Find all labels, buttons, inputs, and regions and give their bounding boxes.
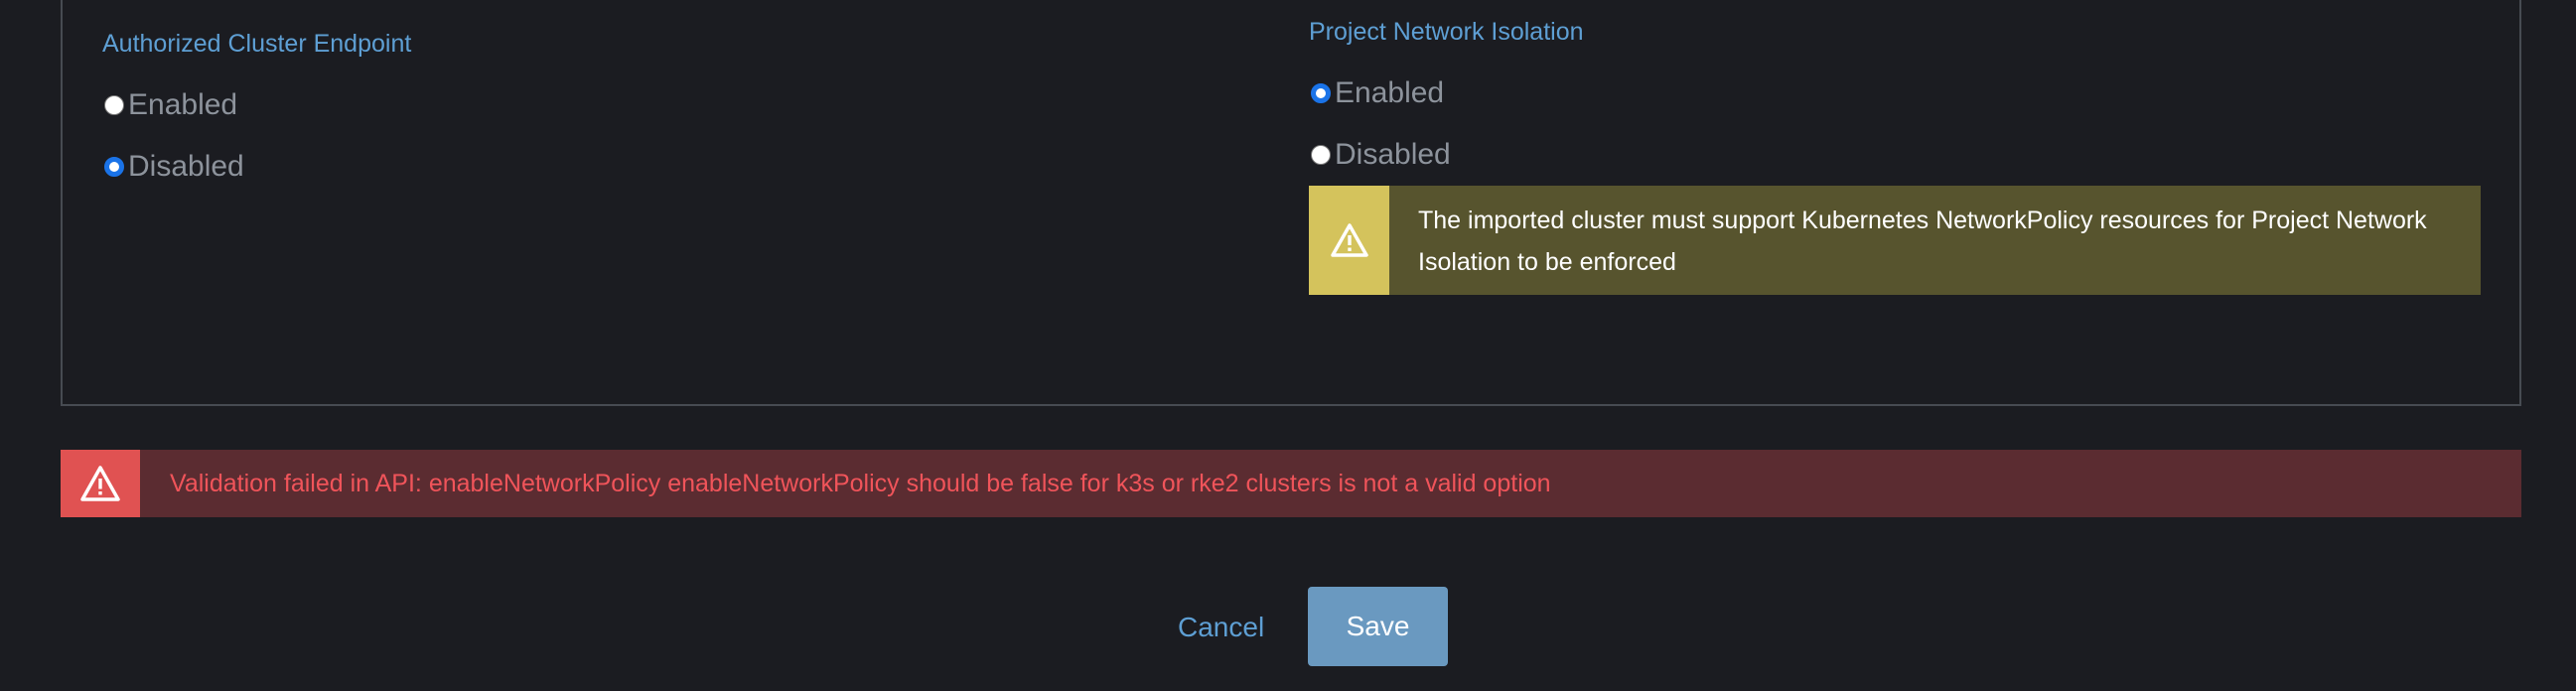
network-isolation-enabled-radio[interactable] <box>1311 83 1331 103</box>
radio-label: Enabled <box>1335 76 1445 109</box>
network-isolation-title: Project Network Isolation <box>1309 18 1584 46</box>
authorized-endpoint-title: Authorized Cluster Endpoint <box>102 30 412 58</box>
warning-line-1: The imported cluster must support Kubern… <box>1418 207 2427 234</box>
validation-error-banner: Validation failed in API: enableNetworkP… <box>61 450 2521 517</box>
warning-text: The imported cluster must support Kubern… <box>1389 186 2455 295</box>
network-isolation-enabled-option[interactable]: Enabled <box>1311 75 1444 111</box>
radio-label: Disabled <box>128 150 244 183</box>
radio-label: Enabled <box>128 88 238 121</box>
authorized-endpoint-disabled-option[interactable]: Disabled <box>104 149 244 185</box>
cancel-button[interactable]: Cancel <box>1162 608 1280 647</box>
warning-icon <box>1309 186 1389 295</box>
network-policy-warning-banner: The imported cluster must support Kubern… <box>1309 186 2481 295</box>
authorized-endpoint-enabled-option[interactable]: Enabled <box>104 87 237 123</box>
authorized-endpoint-disabled-radio[interactable] <box>104 157 124 177</box>
save-button[interactable]: Save <box>1308 587 1448 666</box>
warning-icon <box>61 450 140 517</box>
warning-line-2: Isolation to be enforced <box>1418 248 1676 276</box>
radio-label: Disabled <box>1335 138 1451 171</box>
error-message: Validation failed in API: enableNetworkP… <box>170 470 1551 497</box>
network-isolation-disabled-option[interactable]: Disabled <box>1311 137 1451 173</box>
network-isolation-disabled-radio[interactable] <box>1311 145 1331 165</box>
authorized-endpoint-enabled-radio[interactable] <box>104 95 124 115</box>
